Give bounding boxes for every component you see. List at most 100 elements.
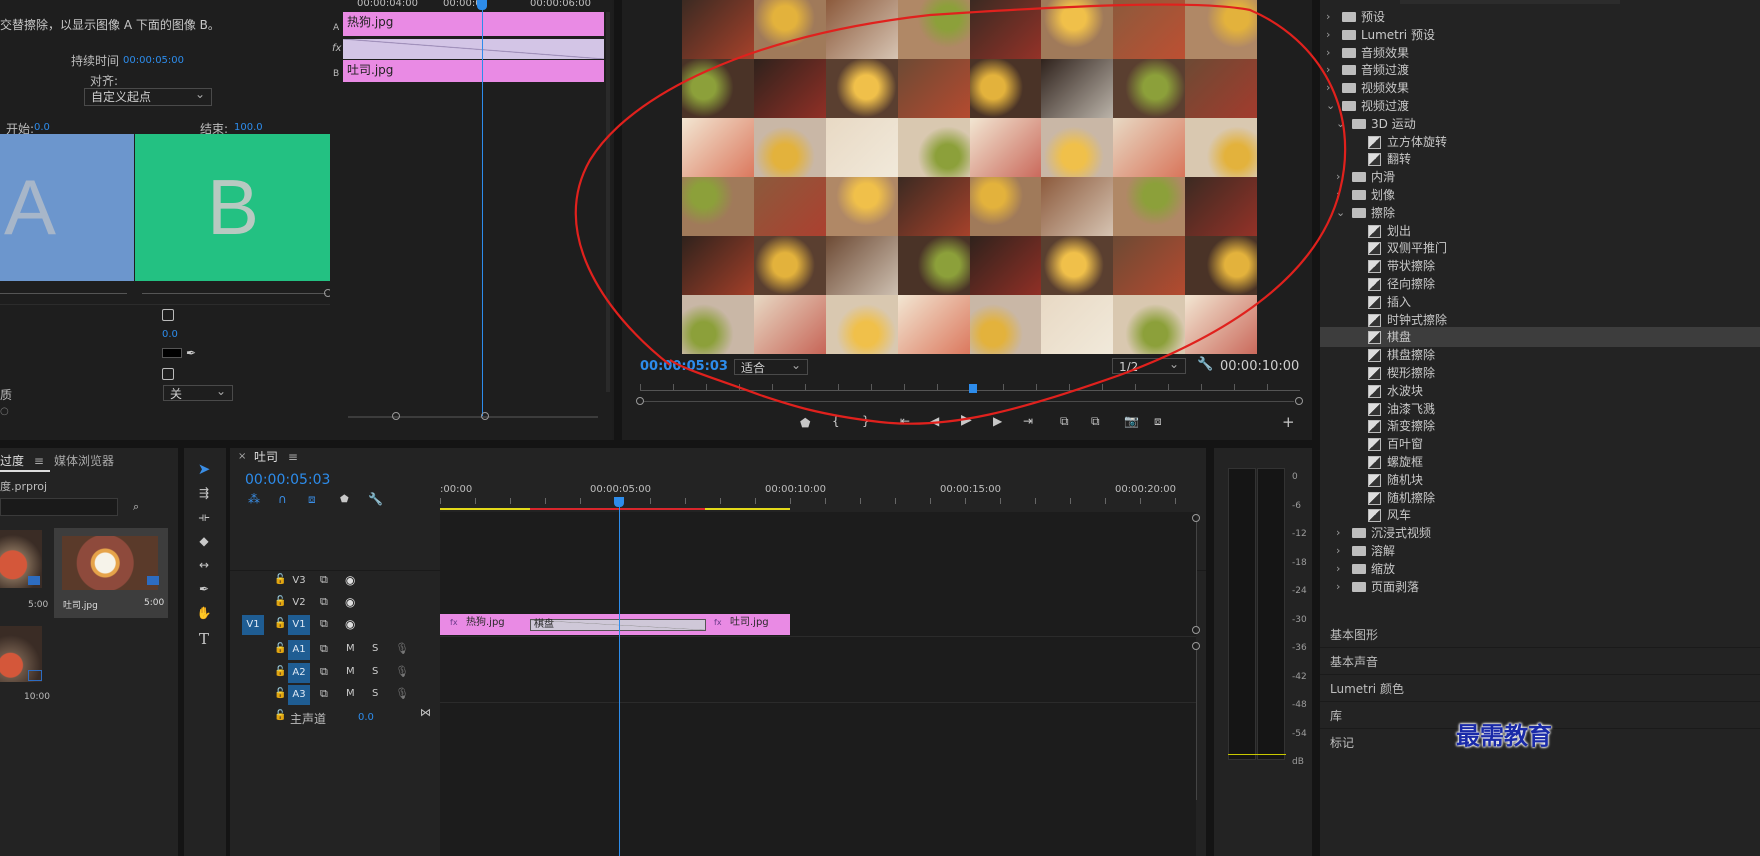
track-target-a2[interactable]: A2 [288,663,310,683]
mini-transition[interactable] [343,39,604,59]
sequence-timecode[interactable]: 00:00:05:03 [245,472,330,488]
reverse-checkbox[interactable] [162,368,174,380]
sync-lock-icon[interactable]: ⧉ [320,617,328,631]
step-back-icon[interactable]: ◀ [930,414,939,428]
step-forward-icon[interactable]: ▶ [993,414,1002,428]
sync-lock-icon[interactable]: ⧉ [320,642,328,656]
close-tab-icon[interactable]: × [238,451,246,462]
mini-playhead-head[interactable] [477,0,487,10]
end-slider[interactable] [142,293,326,294]
add-marker-icon[interactable]: ⬟ [800,416,810,430]
track-target-a1[interactable]: A1 [288,640,310,660]
selection-tool-icon[interactable]: ➤ [192,460,216,478]
master-end-icon[interactable]: ⋈ [420,706,431,719]
add-marker-tl-icon[interactable]: ⬟ [340,494,349,505]
sync-lock-icon[interactable]: ⧉ [320,687,328,701]
eye-icon[interactable]: ◉ [345,595,355,609]
microphone-icon[interactable]: 🎙 [395,642,409,655]
mute-button[interactable]: M [346,688,355,699]
track-select-tool-icon[interactable]: ⇶ [192,486,216,500]
sync-lock-icon[interactable]: ⧉ [320,595,328,609]
find-icon[interactable]: ⌕ [133,500,139,514]
quality-dropdown[interactable]: 关 [163,383,233,401]
mini-clip-a[interactable]: 热狗.jpg [343,12,604,36]
workspace-panel-item[interactable]: 基本声音 [1330,653,1760,670]
type-tool-icon[interactable]: T [192,630,216,648]
add-button-icon[interactable]: + [1282,413,1295,431]
start-value[interactable]: 0.0 [34,122,50,133]
v-scroll-top-handle[interactable] [1192,514,1200,522]
go-to-out-icon[interactable]: ⇥ [1023,414,1033,428]
track-target-v2[interactable]: V2 [288,593,310,613]
project-search-input[interactable] [0,498,118,516]
mute-button[interactable]: M [346,666,355,677]
lock-icon[interactable]: 🔓 [274,618,286,629]
eye-icon[interactable]: ◉ [345,573,355,587]
compare-view-icon[interactable]: ⧈ [1154,414,1162,429]
program-scroll-track[interactable] [644,401,1294,402]
timeline-playhead-line[interactable] [619,506,620,856]
duration-value[interactable]: 00:00:05:00 [123,55,184,66]
mute-button[interactable]: M [346,643,355,654]
v-scroll-track[interactable] [1196,522,1197,626]
program-scroll-left-handle[interactable] [636,397,644,405]
master-lock-icon[interactable]: 🔓 [274,710,286,721]
end-value[interactable]: 100.0 [234,122,263,133]
program-playhead[interactable] [969,384,977,393]
source-patch-v1[interactable]: V1 [242,615,264,635]
program-current-time[interactable]: 00:00:05:03 [640,359,728,374]
nest-icon[interactable]: ⁂ [248,492,260,506]
mini-scrollbar[interactable] [348,416,598,418]
extract-icon[interactable]: ⧉ [1091,414,1100,429]
snap-icon[interactable]: ∩ [278,492,287,506]
mark-out-icon[interactable]: } [862,414,870,428]
project-item-2[interactable]: 吐司.jpg 5:00 [54,528,168,618]
show-source-checkbox[interactable] [162,309,174,321]
master-track-value[interactable]: 0.0 [358,712,374,723]
tab-media-browser[interactable]: 媒体浏览器 [54,452,114,469]
track-target-v3[interactable]: V3 [288,571,310,591]
lock-icon[interactable]: 🔓 [274,666,286,677]
a-scroll-track[interactable] [1196,650,1197,800]
project-item-1[interactable]: 5:00 [0,530,48,616]
microphone-icon[interactable]: 🎙 [395,687,409,700]
go-to-in-icon[interactable]: ⇤ [900,414,910,428]
pen-tool-icon[interactable]: ✒ [192,582,216,596]
solo-button[interactable]: S [372,688,378,699]
slip-tool-icon[interactable]: ↔ [192,558,216,572]
export-frame-icon[interactable]: 📷 [1124,414,1139,428]
program-scroll-right-handle[interactable] [1295,397,1303,405]
lock-icon[interactable]: 🔓 [274,596,286,607]
border-color-swatch[interactable] [162,348,182,358]
transition-checkerboard[interactable]: 棋盘 [530,619,706,631]
param-value[interactable]: 0.0 [162,329,178,340]
timeline-ruler[interactable]: :00:00 00:00:05:00 00:00:10:00 00:00:15:… [440,476,1196,512]
ripple-edit-tool-icon[interactable]: ⟛ [192,510,216,525]
align-dropdown[interactable]: 自定义起点 [84,86,212,106]
a-scroll-top-handle[interactable] [1192,642,1200,650]
solo-button[interactable]: S [372,643,378,654]
sequence-tab[interactable]: 吐司 ≡ [254,448,298,468]
eye-icon[interactable]: ◉ [345,617,355,631]
mini-scroll-handle-right[interactable] [481,412,489,420]
start-slider[interactable] [0,293,127,294]
workspace-panel-item[interactable]: 基本图形 [1330,626,1760,643]
chevron-right-icon[interactable]: › [1336,577,1340,597]
tab-menu-icon[interactable]: ≡ [34,454,44,468]
lock-icon[interactable]: 🔓 [274,643,286,654]
linked-selection-icon[interactable]: ⧈ [308,492,316,507]
mini-playhead[interactable] [482,0,483,418]
v-scroll-mid-handle[interactable] [1192,626,1200,634]
track-target-a3[interactable]: A3 [288,685,310,705]
effects-item[interactable]: › 页面剥落 [1320,577,1760,597]
mark-in-icon[interactable]: { [832,414,840,428]
workspace-panel-item[interactable]: Lumetri 颜色 [1330,680,1760,697]
track-target-v1[interactable]: V1 [288,615,310,635]
settings-wrench-icon[interactable]: 🔧 [1197,357,1213,372]
play-icon[interactable]: ▶ [961,412,972,428]
resolution-dropdown[interactable]: 1/2 [1112,356,1186,374]
hand-tool-icon[interactable]: ✋ [192,606,216,620]
razor-tool-icon[interactable]: ◆ [192,534,216,548]
sync-lock-icon[interactable]: ⧉ [320,573,328,587]
solo-button[interactable]: S [372,666,378,677]
